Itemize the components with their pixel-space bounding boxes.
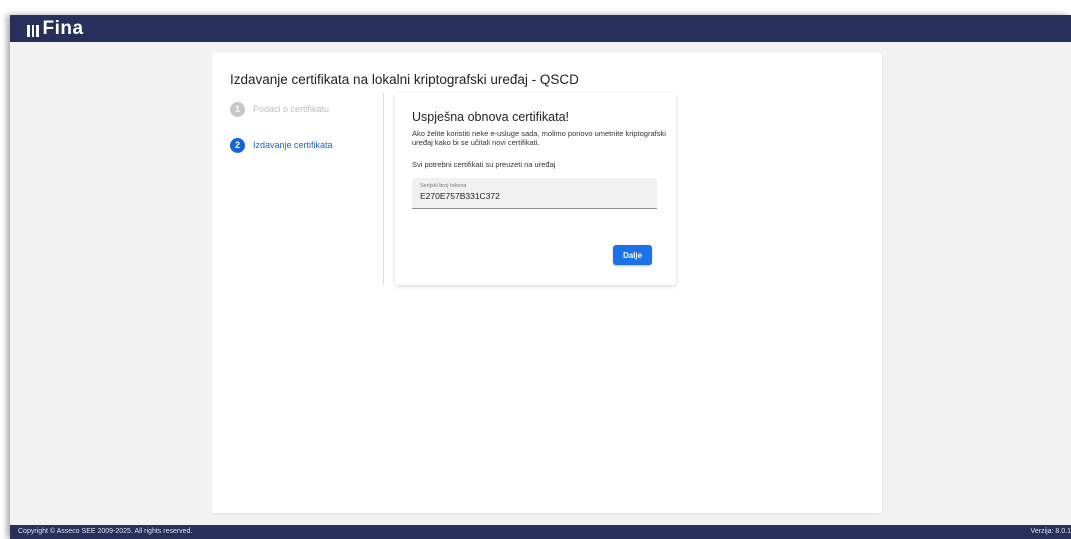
step-1-label: Podaci o certifikatu <box>253 104 330 114</box>
copyright-text: Copyright © Asseco SEE 2009-2025. All ri… <box>18 528 193 535</box>
step-certificate-issuance: 2 Izdavanje certifikata <box>230 134 333 156</box>
stepper-divider <box>383 93 384 285</box>
serial-number-value: E270E757B331C372 <box>420 191 500 201</box>
result-message: Ako želite koristiti neke e-usluge sada,… <box>412 129 666 147</box>
step-2-label: Izdavanje certifikata <box>253 140 333 150</box>
app-window: Fina Izdavanje certifikata na lokalni kr… <box>10 15 1071 539</box>
result-message-secondary: Svi potrebni certifikati su preuzeti na … <box>412 160 556 169</box>
footer: Copyright © Asseco SEE 2009-2025. All ri… <box>10 525 1071 539</box>
page-title: Izdavanje certifikata na lokalni kriptog… <box>230 72 579 87</box>
result-panel: Uspješna obnova certifikata! Ako želite … <box>395 93 676 285</box>
result-title: Uspješna obnova certifikata! <box>412 110 570 124</box>
serial-number-label: Serijski broj tokena <box>420 183 467 189</box>
step-1-indicator: 1 <box>230 101 245 117</box>
step-certificate-data: 1 Podaci o certifikatu <box>230 98 333 120</box>
next-button[interactable]: Dalje <box>613 245 652 265</box>
version-text: Verzija: 8.0.1 <box>1030 528 1071 535</box>
fina-logo[interactable]: Fina <box>27 18 84 39</box>
stepper: 1 Podaci o certifikatu 2 Izdavanje certi… <box>230 98 333 170</box>
logo-text: Fina <box>42 18 84 39</box>
logo-bars-icon <box>27 24 39 37</box>
header-bar: Fina <box>10 15 1071 42</box>
serial-number-field[interactable]: Serijski broj tokena E270E757B331C372 <box>412 178 657 209</box>
main-card: Izdavanje certifikata na lokalni kriptog… <box>212 53 882 513</box>
step-2-indicator: 2 <box>230 137 245 153</box>
